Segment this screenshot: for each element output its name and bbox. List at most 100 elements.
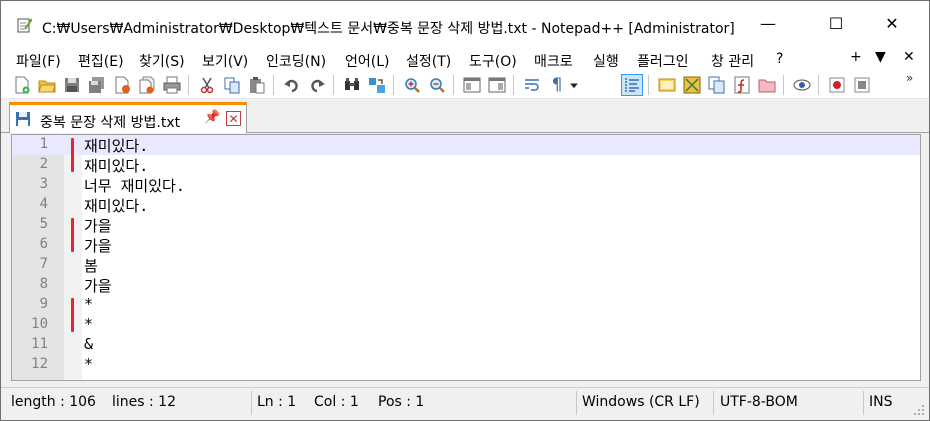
editor-line[interactable]: 2 재미있다. [12, 155, 920, 176]
close-all-button[interactable] [136, 74, 158, 96]
indent-guide-button[interactable] [621, 74, 643, 96]
menu-edit[interactable]: 편집(E) [78, 51, 124, 71]
menu-macro[interactable]: 매크로 [534, 51, 573, 71]
tab-list-dropdown-icon[interactable]: ▼ [875, 49, 886, 65]
text-editor[interactable]: 1 재미있다. 2 재미있다. 3 너무 재미있다. 4 재미있다. 5 가을 6 가을 7 봄 8 가을 9 *… [11, 134, 921, 381]
editor-line[interactable]: 1 재미있다. [12, 135, 920, 156]
redo-button[interactable] [306, 74, 328, 96]
line-text[interactable]: & [84, 335, 93, 353]
sync-vertical-button[interactable] [461, 74, 483, 96]
editor-line[interactable]: 11 & [12, 335, 920, 355]
word-wrap-button[interactable] [521, 74, 543, 96]
line-text[interactable]: 가을 [84, 235, 112, 256]
doc-map-button[interactable] [681, 74, 703, 96]
editor-line[interactable]: 7봄 [12, 255, 920, 276]
status-insert-mode[interactable]: INS [869, 394, 893, 410]
close-window-button[interactable]: ✕ [869, 1, 915, 45]
new-file-button[interactable] [11, 74, 33, 96]
cut-button[interactable] [196, 74, 218, 96]
toolbar-overflow-icon[interactable]: » [906, 71, 913, 85]
status-bar: length : 106 lines : 12 Ln : 1 Col : 1 P… [1, 387, 929, 420]
stop-record-icon [854, 77, 870, 93]
line-text[interactable]: 가을 [84, 275, 112, 296]
line-text[interactable]: * [84, 315, 93, 333]
undo-button[interactable] [281, 74, 303, 96]
menu-settings[interactable]: 설정(T) [406, 51, 451, 71]
status-encoding[interactable]: UTF-8-BOM [720, 394, 798, 410]
editor-line[interactable]: 9 * [12, 295, 920, 315]
saved-file-icon [16, 112, 30, 126]
menu-tools[interactable]: 도구(O) [469, 51, 517, 71]
function-list-button[interactable] [731, 74, 753, 96]
doc-list-icon [708, 76, 725, 94]
folder-workspace-button[interactable] [756, 74, 778, 96]
zoom-out-button[interactable] [426, 74, 448, 96]
close-document-icon[interactable]: ✕ [903, 49, 915, 65]
status-eol-format[interactable]: Windows (CR LF) [582, 394, 700, 410]
menu-file[interactable]: 파일(F) [16, 51, 61, 71]
line-text[interactable]: * [84, 295, 93, 313]
editor-line[interactable]: 12 * [12, 355, 920, 375]
menu-help[interactable]: ? [776, 51, 783, 67]
save-all-button[interactable] [86, 74, 108, 96]
user-defined-lang-button[interactable] [656, 74, 678, 96]
menu-bar: 파일(F) 편집(E) 찾기(S) 보기(V) 인코딩(N) 언어(L) 설정(… [1, 45, 929, 71]
line-text[interactable]: 재미있다. [84, 155, 148, 176]
copy-icon [224, 77, 240, 94]
menu-encoding[interactable]: 인코딩(N) [266, 51, 326, 71]
line-number: 3 [39, 176, 48, 192]
pin-icon[interactable]: 📌 [204, 110, 220, 125]
zoom-in-button[interactable] [401, 74, 423, 96]
replace-button[interactable] [366, 74, 388, 96]
status-divider [713, 391, 714, 415]
print-button[interactable] [161, 74, 183, 96]
line-text[interactable]: 너무 재미있다. [84, 175, 185, 196]
copy-button[interactable] [221, 74, 243, 96]
maximize-button[interactable]: ☐ [813, 1, 859, 45]
add-tab-icon[interactable]: + [850, 49, 862, 65]
status-column: Col : 1 [314, 394, 359, 410]
menu-run[interactable]: 실행 [593, 51, 619, 71]
paste-button[interactable] [246, 74, 268, 96]
line-number: 4 [39, 196, 48, 212]
stop-record-button[interactable] [851, 74, 873, 96]
close-button[interactable] [111, 74, 133, 96]
tab-bar: 중복 문장 삭제 방법.txt 📌 ✕ [1, 99, 929, 133]
toolbar-separator [188, 75, 189, 95]
editor-line[interactable]: 4 재미있다. [12, 195, 920, 216]
document-tab[interactable]: 중복 문장 삭제 방법.txt 📌 ✕ [9, 102, 247, 133]
save-all-icon [89, 77, 104, 93]
editor-line[interactable]: 3 너무 재미있다. [12, 175, 920, 196]
resize-grip-icon[interactable] [913, 404, 925, 416]
line-text[interactable]: 재미있다. [84, 195, 148, 216]
editor-line[interactable]: 8 가을 [12, 275, 920, 296]
editor-line[interactable]: 10 * [12, 315, 920, 335]
menu-view[interactable]: 보기(V) [202, 51, 248, 71]
show-chars-dropdown[interactable] [567, 74, 581, 96]
close-all-icon [139, 76, 155, 94]
sync-horizontal-button[interactable] [486, 74, 508, 96]
minimize-button[interactable]: — [745, 1, 791, 45]
line-text[interactable]: * [84, 355, 93, 373]
menu-plugins[interactable]: 플러그인 [637, 51, 689, 71]
tab-label: 중복 문장 삭제 방법.txt [40, 115, 181, 131]
editor-line[interactable]: 5 가을 [12, 215, 920, 236]
doc-list-button[interactable] [706, 74, 728, 96]
line-text[interactable]: 가을 [84, 215, 112, 236]
find-button[interactable] [341, 74, 363, 96]
menu-search[interactable]: 찾기(S) [139, 51, 185, 71]
line-text[interactable]: 봄 [84, 255, 98, 276]
monitoring-button[interactable] [791, 74, 813, 96]
toolbar-separator [393, 75, 394, 95]
menu-language[interactable]: 언어(L) [345, 51, 389, 71]
open-file-button[interactable] [36, 74, 58, 96]
editor-line[interactable]: 6 가을 [12, 235, 920, 256]
change-marker [71, 218, 74, 252]
menu-window[interactable]: 창 관리 [711, 51, 754, 71]
save-button[interactable] [61, 74, 83, 96]
tab-close-icon[interactable]: ✕ [226, 111, 241, 126]
show-all-chars-button[interactable]: ¶ [546, 74, 568, 96]
line-text[interactable]: 재미있다. [84, 135, 148, 156]
status-divider [251, 391, 252, 415]
record-macro-button[interactable] [826, 74, 848, 96]
